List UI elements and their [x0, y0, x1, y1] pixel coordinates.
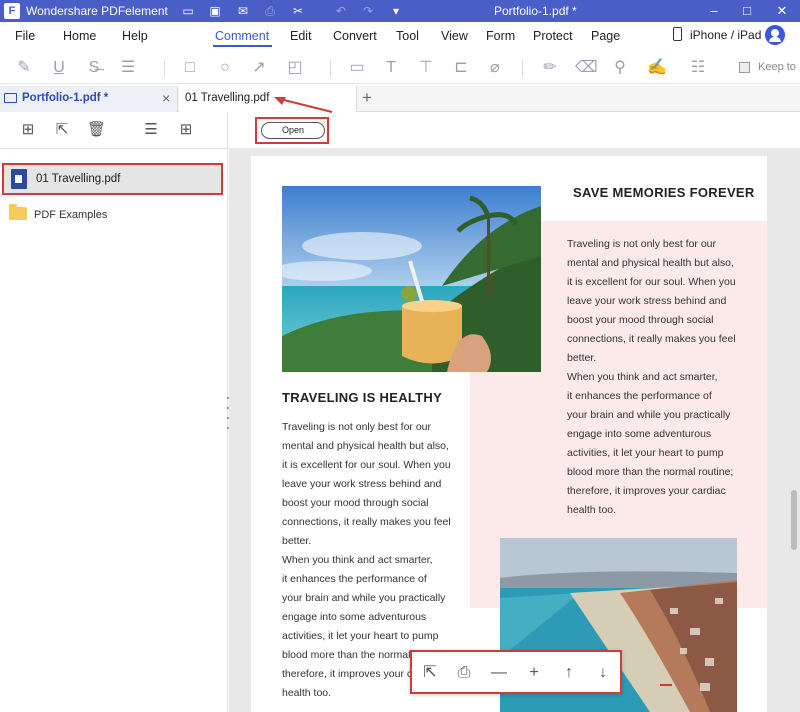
- heading-save-memories: SAVE MEMORIES FOREVER: [573, 185, 755, 200]
- print-icon[interactable]: ⎙: [262, 3, 278, 19]
- scissors-icon[interactable]: ✂: [290, 3, 306, 19]
- maximize-icon[interactable]: □: [738, 2, 756, 20]
- add-tab-icon[interactable]: +: [362, 88, 372, 108]
- textbox-icon[interactable]: ⊤: [416, 58, 436, 78]
- shape-icon[interactable]: ◰: [285, 58, 305, 78]
- note-icon[interactable]: ▭: [347, 58, 367, 78]
- pdf-page: SAVE MEMORIES FOREVER Traveling is not o…: [251, 156, 767, 712]
- eraser-icon[interactable]: ⌫: [575, 58, 598, 78]
- previous-page-icon[interactable]: ↑: [559, 663, 579, 683]
- text-list-icon[interactable]: ☰: [118, 58, 138, 78]
- body-text-right: Traveling is not only best for our menta…: [567, 238, 736, 516]
- pencil-icon[interactable]: ✏: [540, 58, 560, 78]
- document-tab-bar: Portfolio-1.pdf * × 01 Travelling.pdf +: [0, 86, 800, 112]
- file-item-label: 01 Travelling.pdf: [36, 173, 121, 185]
- pdf-file-icon: [11, 169, 27, 189]
- stamp-icon[interactable]: ⚲: [610, 58, 630, 78]
- extract-icon[interactable]: ⇱: [53, 121, 71, 139]
- portfolio-icon: [4, 93, 17, 103]
- file-item-travelling[interactable]: 01 Travelling.pdf: [2, 163, 223, 195]
- tab-portfolio[interactable]: Portfolio-1.pdf * ×: [0, 86, 178, 112]
- dropdown-icon[interactable]: ▾: [388, 3, 404, 19]
- menu-tool[interactable]: Tool: [396, 29, 419, 43]
- keep-tool-checkbox[interactable]: [739, 62, 750, 73]
- beach-drink-photo: [282, 186, 541, 372]
- menu-form[interactable]: Form: [486, 29, 515, 43]
- undo-icon[interactable]: ↶: [333, 3, 349, 19]
- share-icon[interactable]: ⇱: [420, 663, 440, 683]
- tab-travelling-label: 01 Travelling.pdf: [185, 92, 270, 104]
- grid-view-icon[interactable]: ⊞: [177, 121, 195, 139]
- show-comments-icon[interactable]: ☷: [688, 58, 708, 78]
- highlight-icon[interactable]: ✎: [14, 58, 34, 78]
- keep-tool-label: Keep to: [758, 61, 796, 73]
- floating-toolbar: ⇱ ⎙ — + ↑ ↓: [410, 650, 622, 694]
- page-marker: [660, 684, 672, 686]
- open-folder-icon[interactable]: ▭: [180, 3, 196, 19]
- folder-item-label: PDF Examples: [34, 209, 108, 221]
- menu-comment[interactable]: Comment: [215, 29, 269, 43]
- mail-icon[interactable]: ✉: [235, 3, 251, 19]
- folder-icon: [9, 204, 27, 220]
- save-icon[interactable]: ▣: [207, 3, 223, 19]
- portfolio-panel: ⊞ ⇱ 🗑 ☰ ⊞ 01 Travelling.pdf PDF Examples: [0, 113, 228, 712]
- typewriter-icon[interactable]: T: [381, 58, 401, 78]
- rectangle-icon[interactable]: □: [180, 58, 200, 78]
- comment-toolbar: ✎ U̲ S̶ ☰ □ ○ ↗ ◰ ▭ T ⊤ ⊏ ⌀ ✏ ⌫ ⚲ ✍ ☷: [0, 52, 800, 84]
- toolbar-separator: [522, 60, 523, 78]
- add-file-icon[interactable]: ⊞: [19, 121, 37, 139]
- close-icon[interactable]: ✕: [773, 2, 791, 20]
- app-logo-icon: F: [4, 3, 20, 19]
- zoom-out-icon[interactable]: —: [489, 663, 509, 683]
- redo-icon[interactable]: ↷: [360, 3, 376, 19]
- attachment-icon[interactable]: ⌀: [485, 58, 505, 78]
- menu-file[interactable]: File: [15, 29, 35, 43]
- zoom-in-icon[interactable]: +: [524, 663, 544, 683]
- list-view-icon[interactable]: ☰: [142, 121, 160, 139]
- active-menu-indicator: [213, 45, 272, 47]
- callout-icon[interactable]: ⊏: [451, 58, 471, 78]
- strikethrough-icon[interactable]: S̶: [84, 58, 104, 78]
- title-bar: F Wondershare PDFelement ▭ ▣ ✉ ⎙ ✂ ↶ ↷ ▾…: [0, 0, 800, 22]
- arrow-icon[interactable]: ↗: [249, 58, 269, 78]
- document-viewer: Open SAVE MEMORIES FOREVER Traveling is …: [229, 113, 800, 712]
- minimize-icon[interactable]: –: [705, 2, 723, 20]
- signature-icon[interactable]: ✍: [647, 58, 667, 78]
- toolbar-separator: [330, 60, 331, 78]
- app-name: Wondershare PDFelement: [26, 4, 168, 18]
- menu-protect[interactable]: Protect: [533, 29, 573, 43]
- phone-icon: [673, 27, 682, 41]
- close-tab-icon[interactable]: ×: [162, 90, 170, 106]
- iphone-ipad-link[interactable]: iPhone / iPad: [690, 28, 761, 42]
- menu-edit[interactable]: Edit: [290, 29, 312, 43]
- tab-portfolio-label: Portfolio-1.pdf *: [22, 92, 109, 104]
- avatar[interactable]: [765, 25, 785, 45]
- heading-traveling-healthy: TRAVELING IS HEALTHY: [282, 390, 443, 405]
- delete-icon[interactable]: 🗑: [87, 121, 106, 139]
- menu-home[interactable]: Home: [63, 29, 96, 43]
- open-strip: Open: [229, 113, 800, 148]
- print-icon[interactable]: ⎙: [454, 663, 474, 683]
- folder-item-pdf-examples[interactable]: PDF Examples: [0, 201, 228, 227]
- menu-view[interactable]: View: [441, 29, 468, 43]
- toolbar-separator: [164, 60, 165, 78]
- menu-convert[interactable]: Convert: [333, 29, 377, 43]
- underline-icon[interactable]: U̲: [49, 58, 69, 78]
- next-page-icon[interactable]: ↓: [593, 663, 613, 683]
- document-title: Portfolio-1.pdf *: [494, 4, 577, 18]
- menu-help[interactable]: Help: [122, 29, 148, 43]
- panel-toolbar: ⊞ ⇱ 🗑 ☰ ⊞: [0, 113, 228, 149]
- open-button[interactable]: Open: [261, 122, 325, 139]
- vertical-scrollbar[interactable]: [791, 490, 797, 550]
- menu-page[interactable]: Page: [591, 29, 620, 43]
- oval-icon[interactable]: ○: [215, 58, 235, 78]
